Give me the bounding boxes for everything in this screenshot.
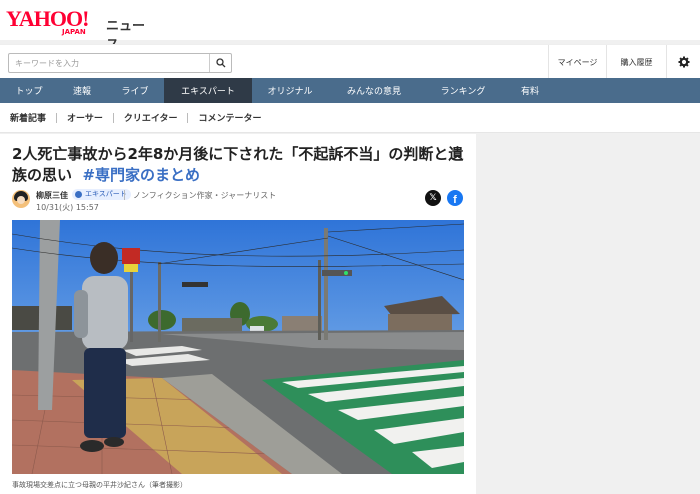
gear-icon xyxy=(678,56,689,68)
nav-breaking[interactable]: 速報 xyxy=(58,78,106,103)
nav-ranking[interactable]: ランキング xyxy=(420,78,506,103)
subnav-divider xyxy=(56,112,58,123)
sidebar-area xyxy=(478,134,700,494)
article-photo xyxy=(12,220,464,474)
purchase-history-label: 購入履歴 xyxy=(620,57,653,67)
main-nav: トップ 速報 ライブ エキスパート オリジナル みんなの意見 ランキング 有料 xyxy=(0,78,700,103)
nav-original[interactable]: オリジナル xyxy=(252,78,328,103)
subnav-creator[interactable]: クリエイター xyxy=(124,111,188,124)
search-button[interactable] xyxy=(209,54,231,72)
subnav-author[interactable]: オーサー xyxy=(67,111,113,124)
search-icon xyxy=(215,58,225,68)
author-name[interactable]: 柳原三佳 xyxy=(36,190,68,201)
search-input[interactable] xyxy=(9,54,209,72)
search-box xyxy=(8,53,232,73)
subnav-commentator[interactable]: コメンテーター xyxy=(198,111,271,124)
subnav-divider xyxy=(112,112,114,123)
purchase-history-link[interactable]: 購入履歴 xyxy=(606,45,666,79)
article-title: 2人死亡事故から2年8か月後に下された「不起訴不当」の判断と遺族の思い #専門家… xyxy=(12,144,468,186)
article-title-text: 2人死亡事故から2年8か月後に下された「不起訴不当」の判断と遺族の思い xyxy=(12,145,464,184)
mypage-link[interactable]: マイページ xyxy=(548,45,606,79)
article-card: 2人死亡事故から2年8か月後に下された「不起訴不当」の判断と遺族の思い #専門家… xyxy=(0,134,476,494)
facebook-icon: f xyxy=(453,194,457,206)
nav-paid[interactable]: 有料 xyxy=(506,78,554,103)
share-facebook-button[interactable]: f xyxy=(447,190,463,206)
author-divider xyxy=(124,190,125,200)
subnav-new[interactable]: 新着記事 xyxy=(10,111,56,124)
logo-sub: JAPAN xyxy=(62,28,86,36)
site-header: YAHOO! JAPAN ニュース xyxy=(0,0,700,53)
search-row: マイページ 購入履歴 xyxy=(0,44,700,79)
photo-caption: 事故現場交差点に立つ母親の平井沙紀さん（筆者撮影） xyxy=(12,481,187,489)
mypage-label: マイページ xyxy=(557,57,598,67)
sub-nav: 新着記事 オーサー クリエイター コメンテーター xyxy=(0,103,700,133)
yahoo-news-logo[interactable]: YAHOO! JAPAN ニュース xyxy=(6,6,146,53)
nav-opinions[interactable]: みんなの意見 xyxy=(328,78,420,103)
article-tag[interactable]: #専門家のまとめ xyxy=(82,166,200,184)
expert-badge: エキスパート xyxy=(72,189,131,200)
settings-button[interactable] xyxy=(666,45,700,79)
nav-live[interactable]: ライブ xyxy=(106,78,164,103)
x-icon: 𝕏 xyxy=(429,193,437,203)
nav-top[interactable]: トップ xyxy=(0,78,58,103)
author-avatar[interactable] xyxy=(12,190,30,208)
share-x-button[interactable]: 𝕏 xyxy=(425,190,441,206)
subnav-divider xyxy=(187,112,189,123)
nav-expert[interactable]: エキスパート xyxy=(164,78,252,103)
author-role: ノンフィクション作家・ジャーナリスト xyxy=(133,191,277,200)
publish-date: 10/31(火) 15:57 xyxy=(36,203,99,212)
